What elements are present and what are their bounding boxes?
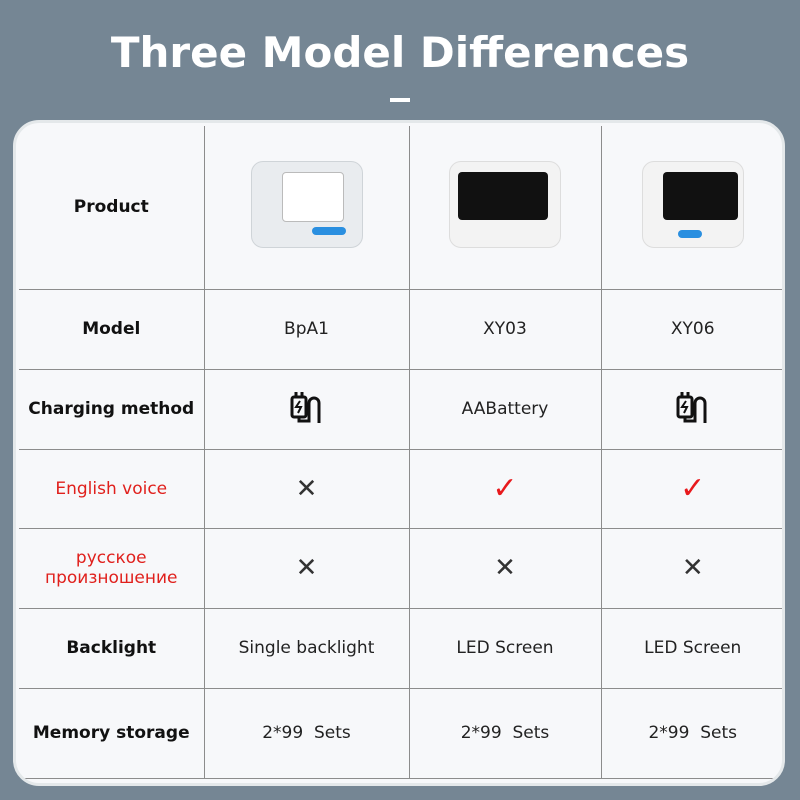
cell: XY06: [600, 288, 782, 370]
row-label: English voice: [19, 448, 205, 529]
row-label: Charging method: [19, 368, 205, 450]
page-title: Three Model Differences: [110, 28, 690, 77]
row-russian-voice: русское произношение ✕ ✕ ✕: [19, 527, 782, 609]
row-label: Memory storage: [19, 687, 205, 779]
row-label: Product: [19, 126, 205, 290]
comparison-table: Product Model BpA1 XY03 XY06 Charging me…: [19, 126, 782, 779]
cell: 2*99 Sets: [203, 687, 410, 779]
comparison-card: Product Model BpA1 XY03 XY06 Charging me…: [13, 120, 785, 786]
check-icon: ✓: [408, 448, 602, 529]
cell: LED Screen: [600, 607, 782, 689]
product-image-xy06: [600, 126, 782, 290]
row-label: русское произношение: [19, 527, 205, 609]
cross-icon: ✕: [203, 527, 410, 609]
cell: LED Screen: [408, 607, 602, 689]
check-icon: ✓: [600, 448, 782, 529]
row-english-voice: English voice ✕ ✓ ✓: [19, 448, 782, 529]
cross-icon: ✕: [408, 527, 602, 609]
row-memory: Memory storage 2*99 Sets 2*99 Sets 2*99 …: [19, 687, 782, 779]
row-backlight: Backlight Single backlight LED Screen LE…: [19, 607, 782, 689]
charger-icon: [600, 368, 782, 450]
product-image-xy03: [408, 126, 602, 290]
cell: 2*99 Sets: [600, 687, 782, 779]
product-image-bpa1: [203, 126, 410, 290]
cell: AABattery: [408, 368, 602, 450]
cell: BpA1: [203, 288, 410, 370]
row-model: Model BpA1 XY03 XY06: [19, 288, 782, 370]
cell: XY03: [408, 288, 602, 370]
charger-icon: [203, 368, 410, 450]
cross-icon: ✕: [203, 448, 410, 529]
divider: [390, 98, 410, 102]
row-charging: Charging method AABattery: [19, 368, 782, 450]
cell: 2*99 Sets: [408, 687, 602, 779]
cross-icon: ✕: [600, 527, 782, 609]
row-product: Product: [19, 126, 782, 290]
row-label: Model: [19, 288, 205, 370]
cell: Single backlight: [203, 607, 410, 689]
row-label: Backlight: [19, 607, 205, 689]
